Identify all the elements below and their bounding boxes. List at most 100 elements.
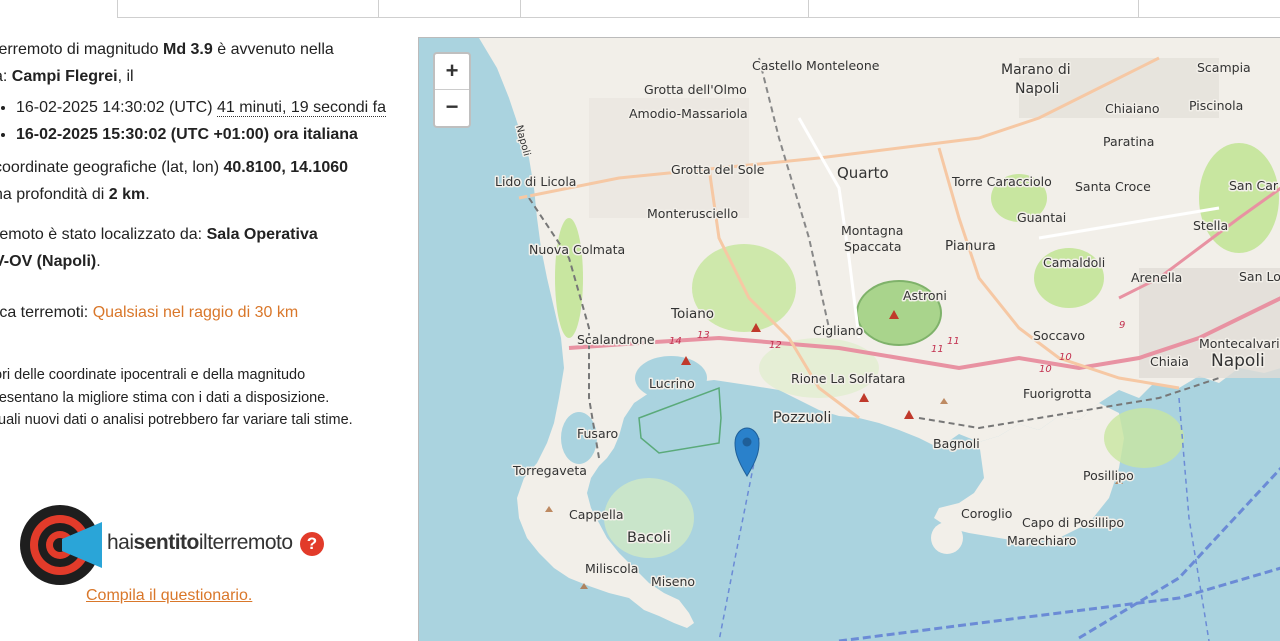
- svg-text:Miliscola: Miliscola: [585, 561, 638, 576]
- search-line: rca terremoti: Qualsiasi nel raggio di 3…: [0, 299, 394, 326]
- zoom-control: + −: [433, 52, 471, 128]
- tab-underline: [118, 17, 1280, 18]
- svg-text:Montecalvario: Montecalvario: [1199, 336, 1280, 351]
- svg-text:Santa Croce: Santa Croce: [1075, 179, 1151, 194]
- svg-text:Stella: Stella: [1193, 218, 1228, 233]
- svg-text:Spaccata: Spaccata: [844, 239, 902, 254]
- search-label: rca terremoti:: [0, 304, 89, 321]
- coordinates-text: coordinate geografiche (lat, lon) 40.810…: [0, 154, 394, 208]
- svg-text:Bagnoli: Bagnoli: [933, 436, 980, 451]
- svg-text:Castello Monteleone: Castello Monteleone: [752, 58, 880, 73]
- tab-active[interactable]: [0, 0, 118, 18]
- tab-separator: [808, 0, 809, 17]
- svg-text:Camaldoli: Camaldoli: [1043, 255, 1105, 270]
- svg-text:Cigliano: Cigliano: [813, 323, 863, 338]
- svg-text:Paratina: Paratina: [1103, 134, 1154, 149]
- svg-text:Piscinola: Piscinola: [1189, 98, 1243, 113]
- svg-text:13: 13: [697, 330, 710, 341]
- map[interactable]: Castello Monteleone Marano di Napoli Sca…: [418, 37, 1280, 641]
- svg-text:Marano di: Marano di: [1001, 62, 1071, 78]
- svg-text:Posillipo: Posillipo: [1083, 468, 1134, 483]
- questionnaire-link[interactable]: Compila il questionario.: [86, 587, 252, 605]
- local-time: 16-02-2025 15:30:02 (UTC +01:00) ora ita…: [16, 126, 358, 143]
- svg-text:Miseno: Miseno: [651, 574, 695, 589]
- svg-text:Pozzuoli: Pozzuoli: [773, 410, 831, 426]
- map-canvas[interactable]: Castello Monteleone Marano di Napoli Sca…: [419, 38, 1280, 641]
- svg-text:14: 14: [669, 336, 682, 347]
- svg-text:10: 10: [1059, 352, 1072, 363]
- svg-text:Chiaia: Chiaia: [1150, 354, 1189, 369]
- summary-text: è avvenuto nella: [217, 41, 334, 58]
- svg-text:Marechiaro: Marechiaro: [1007, 533, 1076, 548]
- svg-text:Quarto: Quarto: [837, 164, 889, 182]
- svg-text:Scalandrone: Scalandrone: [577, 332, 655, 347]
- svg-text:Astroni: Astroni: [903, 288, 947, 303]
- svg-text:Lucrino: Lucrino: [649, 376, 695, 391]
- megaphone-icon: [62, 522, 102, 568]
- svg-text:Capo di Posillipo: Capo di Posillipo: [1022, 515, 1124, 530]
- tab-divider: [117, 0, 118, 18]
- summary-text: , il: [117, 68, 134, 85]
- svg-text:Montagna: Montagna: [841, 223, 903, 238]
- disclaimer-line: tuali nuovi dati o analisi potrebbero fa…: [0, 412, 353, 428]
- utc-time: 16-02-2025 14:30:02 (UTC): [16, 99, 213, 116]
- svg-text:Pianura: Pianura: [945, 238, 996, 254]
- located-label: remoto è stato localizzato da:: [0, 226, 203, 243]
- svg-text:Arenella: Arenella: [1131, 270, 1182, 285]
- magnitude-value: Md 3.9: [162, 41, 213, 58]
- svg-text:Coroglio: Coroglio: [961, 506, 1012, 521]
- svg-text:Torre Caracciolo: Torre Caracciolo: [951, 174, 1052, 189]
- zoom-out-button[interactable]: −: [435, 90, 469, 125]
- list-item: 16-02-2025 14:30:02 (UTC) 41 minuti, 19 …: [16, 94, 394, 121]
- disclaimer: ori delle coordinate ipocentrali e della…: [0, 364, 394, 432]
- svg-text:Bacoli: Bacoli: [627, 530, 671, 546]
- svg-text:9: 9: [1119, 320, 1125, 331]
- disclaimer-line: ori delle coordinate ipocentrali e della…: [0, 367, 306, 383]
- question-icon[interactable]: ?: [300, 532, 324, 556]
- svg-text:Guantai: Guantai: [1017, 210, 1066, 225]
- svg-text:11: 11: [931, 344, 944, 355]
- tab-bar: [0, 0, 1280, 18]
- svg-text:Grotta del Sole: Grotta del Sole: [671, 162, 765, 177]
- tab-separator: [520, 0, 521, 17]
- svg-text:Scampia: Scampia: [1197, 60, 1251, 75]
- svg-text:Soccavo: Soccavo: [1033, 328, 1085, 343]
- hst-logo-text: haisentitoilterremoto: [107, 531, 293, 554]
- relative-time: 41 minuti, 19 secondi fa: [217, 99, 387, 117]
- svg-text:San Lo: San Lo: [1239, 269, 1280, 284]
- svg-text:Napoli: Napoli: [1211, 351, 1265, 371]
- tab-separator: [1138, 0, 1139, 17]
- svg-text:Fuorigrotta: Fuorigrotta: [1023, 386, 1092, 401]
- located-text: remoto è stato localizzato da: Sala Oper…: [0, 221, 394, 275]
- svg-text:Lido di Licola: Lido di Licola: [495, 174, 576, 189]
- time-list: 16-02-2025 14:30:02 (UTC) 41 minuti, 19 …: [0, 94, 394, 148]
- depth-label: na profondità di: [0, 186, 105, 203]
- tab-separator: [378, 0, 379, 17]
- search-radius-link[interactable]: Qualsiasi nel raggio di 30 km: [93, 304, 298, 321]
- list-item: 16-02-2025 15:30:02 (UTC +01:00) ora ita…: [16, 121, 394, 148]
- zone-value: Campi Flegrei: [11, 68, 118, 85]
- svg-text:Cappella: Cappella: [569, 507, 624, 522]
- located-by-value: Sala Operativa: [206, 226, 318, 243]
- hst-logo[interactable]: haisentitoilterremoto ?: [20, 505, 340, 585]
- event-info: terremoto di magnitudo Md 3.9 è avvenuto…: [0, 36, 394, 432]
- svg-text:Amodio-Massariola: Amodio-Massariola: [629, 106, 748, 121]
- coords-value: 40.8100, 14.1060: [223, 159, 349, 176]
- svg-text:11: 11: [947, 336, 960, 347]
- svg-text:12: 12: [769, 340, 782, 351]
- svg-text:Nuova Colmata: Nuova Colmata: [529, 242, 625, 257]
- zone-label: a:: [0, 68, 8, 85]
- svg-text:Grotta dell'Olmo: Grotta dell'Olmo: [644, 82, 747, 97]
- svg-text:10: 10: [1039, 364, 1052, 375]
- svg-text:Monterusciello: Monterusciello: [647, 206, 738, 221]
- disclaimer-line: resentano la migliore stima con i dati a…: [0, 389, 330, 406]
- located-by-value-2: V-OV (Napoli): [0, 253, 97, 270]
- svg-text:Torregaveta: Torregaveta: [512, 463, 587, 478]
- svg-text:Chiaiano: Chiaiano: [1105, 101, 1160, 116]
- event-summary: terremoto di magnitudo Md 3.9 è avvenuto…: [0, 36, 394, 90]
- zoom-in-button[interactable]: +: [435, 54, 469, 90]
- summary-text: terremoto di magnitudo: [0, 41, 159, 58]
- svg-text:Rione La Solfatara: Rione La Solfatara: [791, 371, 905, 386]
- svg-text:Napoli: Napoli: [1015, 81, 1059, 97]
- svg-text:San Car: San Car: [1229, 178, 1279, 193]
